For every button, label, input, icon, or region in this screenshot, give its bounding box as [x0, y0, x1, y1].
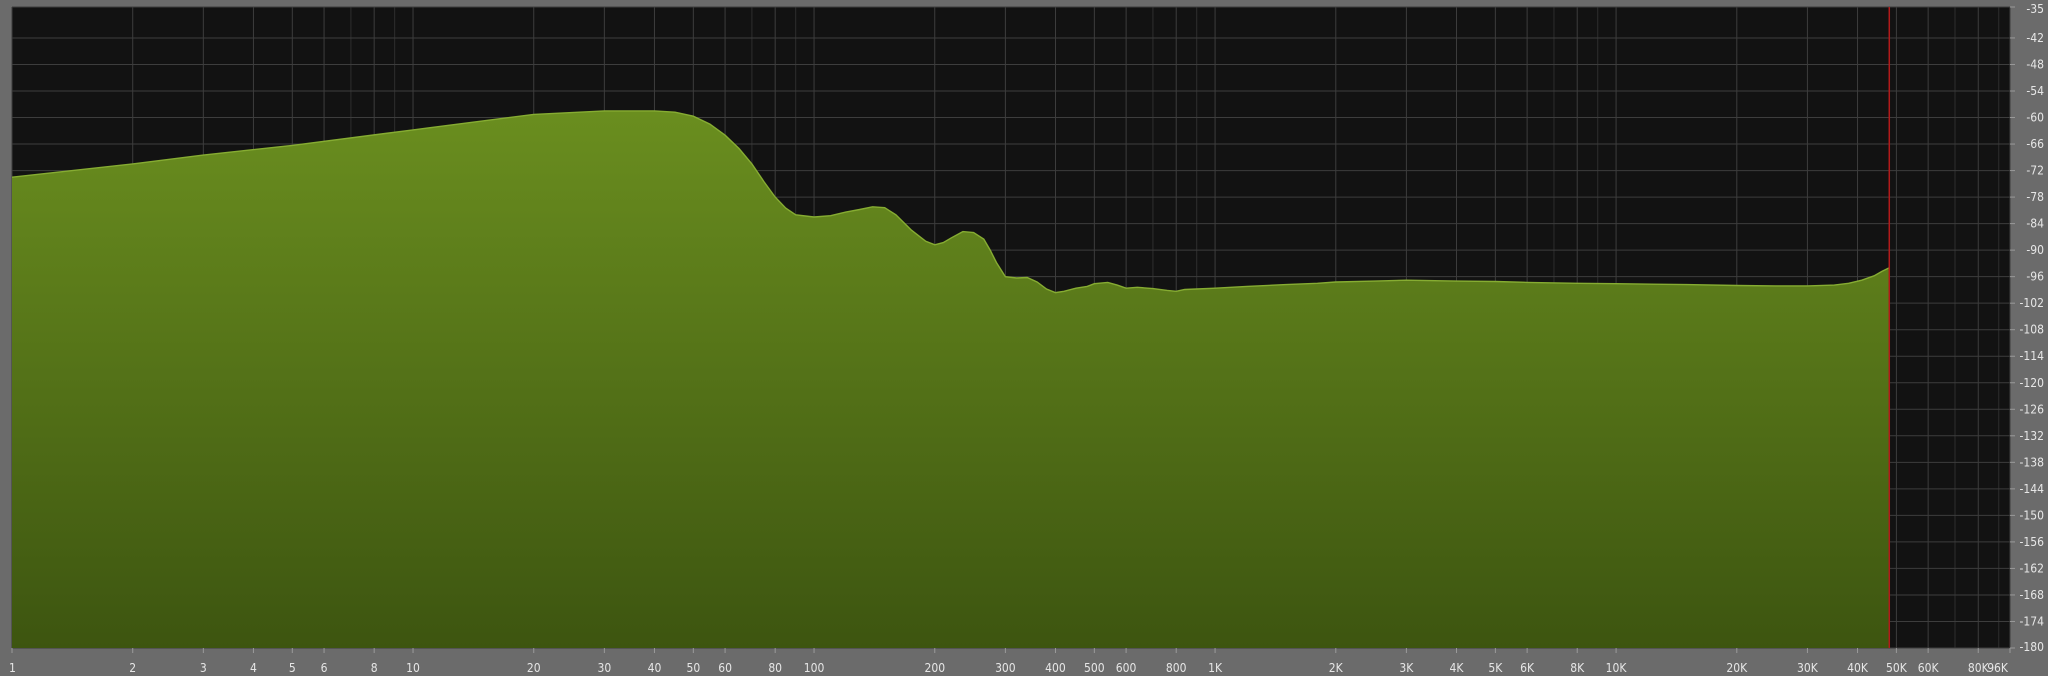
- x-tick-label: 20: [527, 661, 541, 675]
- x-tick-label: 4K: [1450, 661, 1465, 675]
- x-tick-label: 600: [1116, 661, 1137, 675]
- x-tick-label: 10K: [1606, 661, 1628, 675]
- x-tick-label: 6K: [1520, 661, 1535, 675]
- x-tick-label: 60K: [1918, 661, 1940, 675]
- x-tick-label: 60: [718, 661, 732, 675]
- y-tick-label: -132: [2020, 429, 2045, 443]
- y-tick-label: -162: [2020, 561, 2045, 575]
- y-tick-label: -35: [2026, 2, 2044, 16]
- y-tick-label: -174: [2020, 614, 2045, 628]
- x-tick-label: 1K: [1208, 661, 1223, 675]
- x-tick-label: 5K: [1488, 661, 1503, 675]
- x-tick-label: 200: [924, 661, 945, 675]
- x-tick-label: 800: [1166, 661, 1187, 675]
- y-tick-label: -66: [2026, 137, 2044, 151]
- x-tick-label: 1: [9, 661, 16, 675]
- x-tick-label: 30K: [1797, 661, 1819, 675]
- x-tick-label: 3K: [1399, 661, 1414, 675]
- spectrum-analyzer: 1 2 3 4 5 6 8 10 20 30 40 50 60 80 100 200 300 400 500 600 8…: [0, 0, 2048, 676]
- x-tick-label: 6: [321, 661, 328, 675]
- x-tick-label: 2K: [1329, 661, 1344, 675]
- x-tick-label: 96K: [1987, 661, 2009, 675]
- y-tick-label: -126: [2020, 402, 2045, 416]
- x-tick-label: 80: [768, 661, 782, 675]
- y-tick-label: -144: [2020, 482, 2045, 496]
- x-tick-label: 5: [289, 661, 296, 675]
- y-tick-label: -54: [2026, 84, 2044, 98]
- x-tick-label: 100: [804, 661, 825, 675]
- y-tick-label: -90: [2026, 243, 2044, 257]
- y-tick-label: -42: [2026, 31, 2044, 45]
- x-tick-label: 8K: [1570, 661, 1585, 675]
- x-tick-label: 500: [1084, 661, 1105, 675]
- y-tick-label: -168: [2020, 588, 2045, 602]
- x-tick-label: 40K: [1847, 661, 1869, 675]
- x-tick-label: 50: [686, 661, 700, 675]
- x-tick-label: 400: [1045, 661, 1066, 675]
- y-tick-label: -60: [2026, 111, 2044, 125]
- y-tick-label: -48: [2026, 57, 2044, 71]
- x-tick-label: 3: [200, 661, 207, 675]
- x-tick-label: 30: [597, 661, 611, 675]
- x-tick-label: 300: [995, 661, 1016, 675]
- y-tick-label: -138: [2020, 455, 2045, 469]
- y-tick-label: -78: [2026, 190, 2044, 204]
- x-tick-label: 4: [250, 661, 257, 675]
- x-tick-label: 20K: [1726, 661, 1748, 675]
- y-tick-label: -156: [2020, 535, 2045, 549]
- y-tick-label: -120: [2020, 376, 2045, 390]
- x-tick-label: 8: [371, 661, 378, 675]
- y-tick-label: -150: [2020, 508, 2045, 522]
- x-tick-label: 50K: [1886, 661, 1908, 675]
- y-tick-label: -180: [2020, 640, 2045, 654]
- y-tick-label: -108: [2020, 323, 2045, 337]
- y-tick-label: -96: [2026, 270, 2044, 284]
- y-tick-label: -114: [2020, 349, 2045, 363]
- x-tick-label: 2: [129, 661, 136, 675]
- y-tick-label: -84: [2026, 217, 2044, 231]
- y-tick-label: -102: [2020, 296, 2045, 310]
- y-tick-label: -72: [2026, 164, 2044, 178]
- x-tick-label: 10: [406, 661, 420, 675]
- x-tick-label: 40: [648, 661, 662, 675]
